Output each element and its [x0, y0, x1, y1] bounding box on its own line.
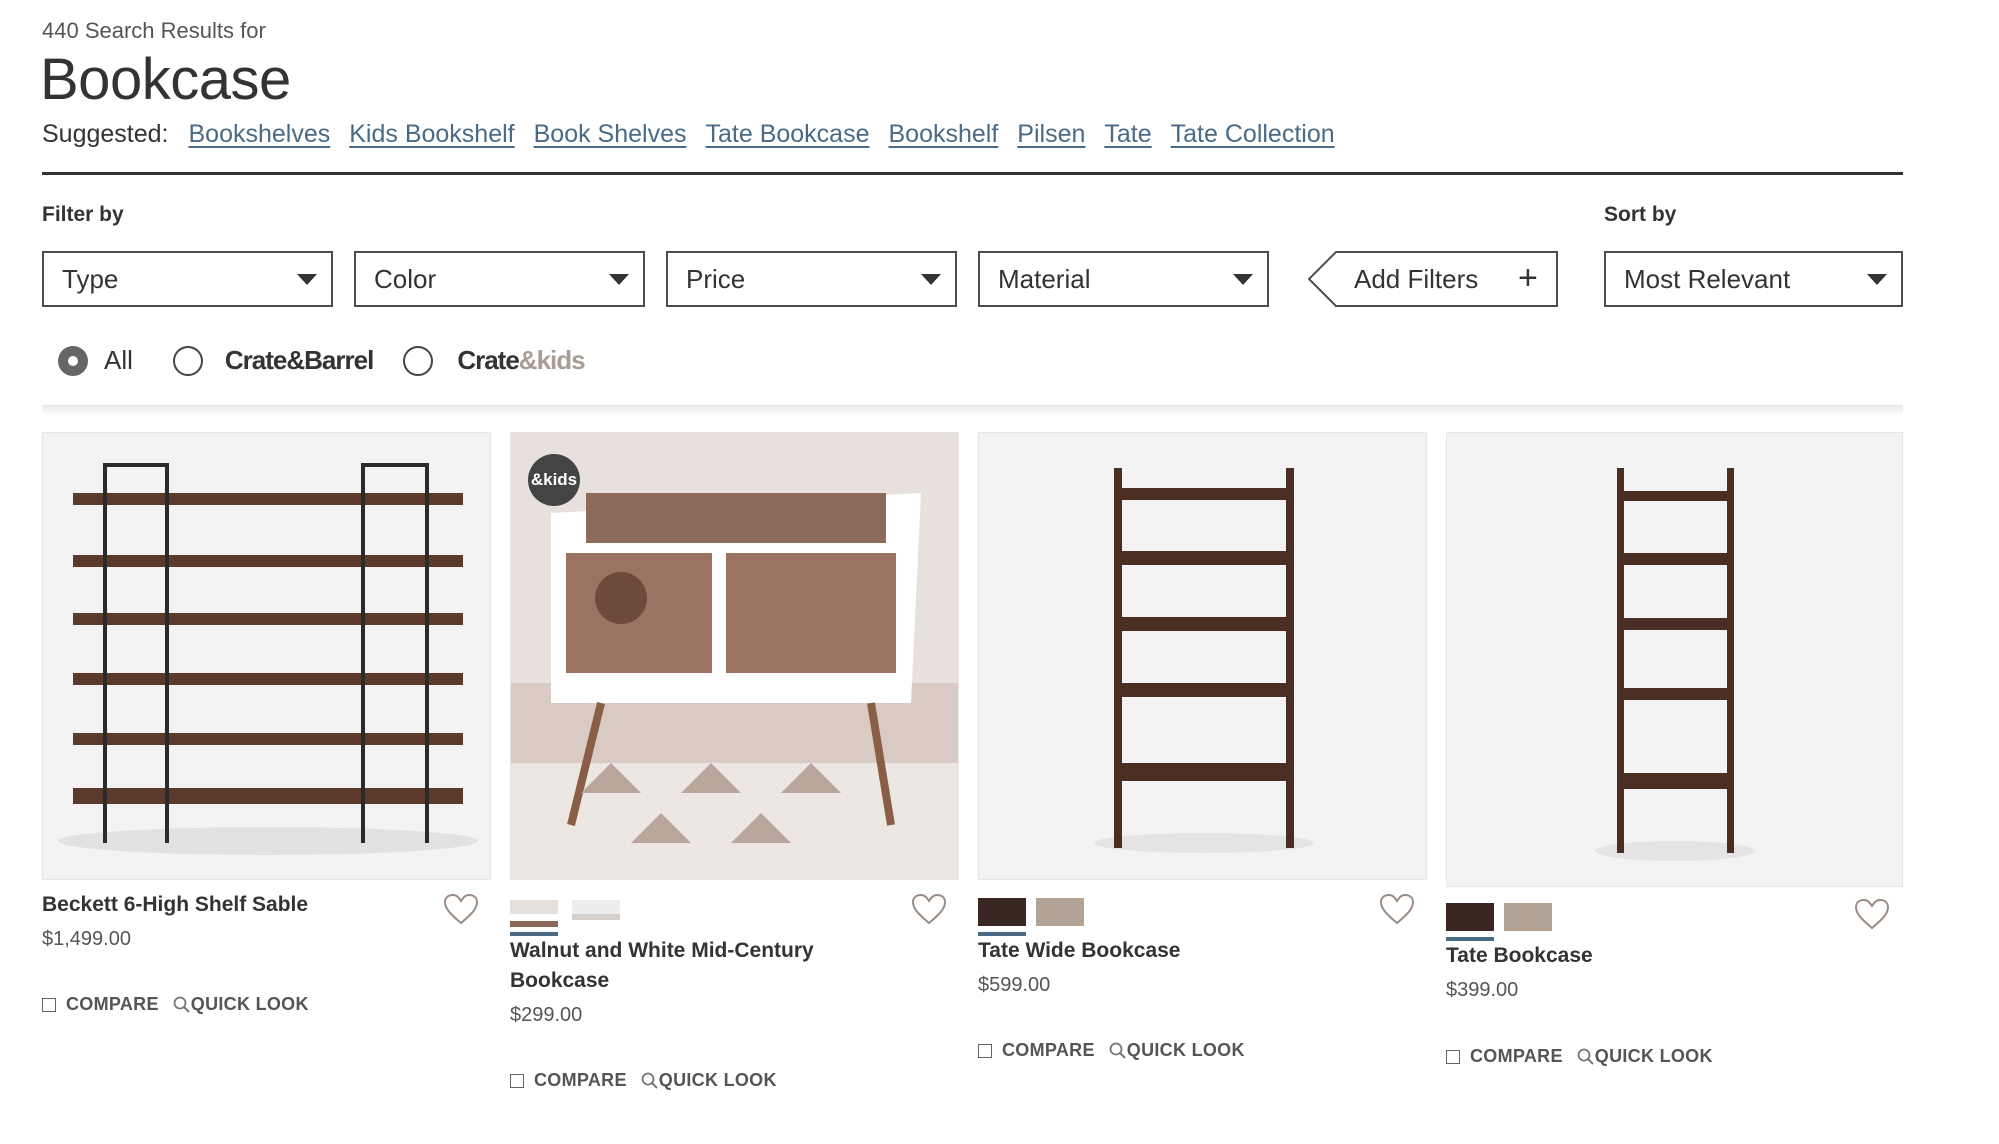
radio-all[interactable] [58, 345, 88, 376]
chevron-down-icon [609, 273, 629, 285]
compare-label[interactable]: COMPARE [1470, 1046, 1563, 1067]
product-actions: COMPARE QUICK LOOK [42, 994, 309, 1015]
sort-value: Most Relevant [1624, 263, 1791, 294]
search-icon [1109, 1042, 1126, 1059]
product-actions: COMPARE QUICK LOOK [1446, 1046, 1713, 1067]
radio-all-label: All [104, 345, 133, 375]
material-filter-dropdown[interactable]: Material [978, 251, 1269, 307]
suggestion-link-tate[interactable]: Tate [1104, 120, 1151, 149]
brand-filter: All Crate&Barrel Crate&kids [58, 345, 586, 376]
add-filters-button[interactable]: Add Filters + [1308, 251, 1558, 307]
search-icon [1577, 1048, 1594, 1065]
sort-dropdown[interactable]: Most Relevant [1604, 251, 1903, 307]
chevron-down-icon [1867, 273, 1887, 285]
suggested-label: Suggested: [42, 120, 169, 148]
radio-crate-barrel[interactable] [172, 345, 203, 376]
quick-look-label: QUICK LOOK [1126, 1040, 1245, 1060]
quick-look-button[interactable]: QUICK LOOK [1109, 1040, 1245, 1061]
suggested-searches: Suggested: Bookshelves Kids Bookshelf Bo… [42, 120, 1354, 149]
quick-look-label: QUICK LOOK [1594, 1046, 1713, 1066]
product-price: $599.00 [978, 974, 1051, 996]
compare-label[interactable]: COMPARE [1002, 1040, 1095, 1061]
crate-kids-logo-kids: &kids [518, 345, 586, 375]
product-title[interactable]: Tate Bookcase [1446, 941, 1593, 971]
results-count: 440 Search Results for [42, 18, 266, 43]
add-filters-label: Add Filters [1354, 264, 1479, 294]
quick-look-button[interactable]: QUICK LOOK [1577, 1046, 1713, 1067]
compare-checkbox[interactable] [510, 1073, 524, 1088]
crate-kids-logo-crate: Crate [457, 345, 519, 375]
product-price: $299.00 [510, 1004, 583, 1026]
suggestion-link-bookshelf[interactable]: Bookshelf [889, 120, 999, 149]
product-actions: COMPARE QUICK LOOK [510, 1070, 777, 1091]
search-icon [641, 1072, 658, 1089]
compare-label[interactable]: COMPARE [66, 994, 159, 1015]
sort-by-label: Sort by [1604, 203, 1677, 226]
compare-checkbox[interactable] [42, 997, 56, 1012]
tate-bookcase-illustration [1447, 433, 1902, 886]
product-actions: COMPARE QUICK LOOK [978, 1040, 1245, 1061]
suggestion-link-book-shelves[interactable]: Book Shelves [534, 120, 687, 149]
product-image-beckett[interactable] [42, 432, 491, 880]
filter-by-label: Filter by [42, 203, 124, 226]
swatch-walnut[interactable] [510, 900, 564, 936]
crate-kids-logo: Crate&kids [457, 345, 586, 376]
bookshelf-illustration [43, 433, 490, 879]
kids-bookcase-illustration [511, 433, 958, 879]
compare-label[interactable]: COMPARE [534, 1070, 627, 1091]
suggestion-link-tate-collection[interactable]: Tate Collection [1171, 120, 1335, 149]
chevron-down-icon [297, 273, 317, 285]
compare-checkbox[interactable] [978, 1043, 992, 1058]
swatch-light[interactable] [1036, 898, 1084, 936]
suggestion-link-kids-bookshelf[interactable]: Kids Bookshelf [349, 120, 514, 149]
product-title[interactable]: Beckett 6-High Shelf Sable [42, 890, 308, 920]
swatch-dark[interactable] [978, 898, 1026, 936]
suggestion-link-pilsen[interactable]: Pilsen [1017, 120, 1085, 149]
swatch-color [510, 921, 558, 927]
compare-checkbox[interactable] [1446, 1049, 1460, 1064]
suggestion-link-tate-bookcase[interactable]: Tate Bookcase [706, 120, 870, 149]
color-swatches [1446, 903, 1552, 941]
product-image-walnut-white[interactable] [510, 432, 959, 880]
swatch-dark[interactable] [1446, 903, 1494, 941]
product-title-line2[interactable]: Bookcase [510, 966, 609, 996]
tate-wide-bookcase-illustration [979, 433, 1426, 879]
crate-barrel-logo: Crate&Barrel [224, 345, 374, 375]
product-image-tate-wide[interactable] [978, 432, 1427, 880]
radio-crate-kids[interactable] [403, 345, 434, 376]
page-title: Bookcase [40, 47, 291, 112]
heart-icon[interactable] [911, 893, 947, 925]
product-title[interactable]: Tate Wide Bookcase [978, 936, 1180, 966]
search-icon [173, 996, 190, 1013]
material-filter-label: Material [998, 263, 1091, 294]
suggestion-link-bookshelves[interactable]: Bookshelves [189, 120, 331, 149]
product-price: $1,499.00 [42, 928, 131, 950]
product-image-tate[interactable] [1446, 432, 1903, 887]
quick-look-button[interactable]: QUICK LOOK [173, 994, 309, 1015]
quick-look-label: QUICK LOOK [658, 1070, 777, 1090]
color-filter-dropdown[interactable]: Color [354, 251, 645, 307]
filter-divider [42, 405, 1903, 416]
plus-icon: + [1518, 259, 1538, 297]
product-price: $399.00 [1446, 979, 1519, 1001]
price-filter-dropdown[interactable]: Price [666, 251, 957, 307]
quick-look-button[interactable]: QUICK LOOK [641, 1070, 777, 1091]
product-title-line1[interactable]: Walnut and White Mid-Century [510, 936, 814, 966]
color-swatches [510, 900, 620, 936]
color-swatches [978, 898, 1084, 936]
swatch-light[interactable] [1504, 903, 1552, 941]
chevron-down-icon [921, 273, 941, 285]
type-filter-label: Type [62, 263, 119, 294]
kids-badge: &kids [528, 454, 580, 506]
color-filter-label: Color [374, 263, 437, 294]
quick-look-label: QUICK LOOK [190, 994, 309, 1014]
chevron-down-icon [1233, 273, 1253, 285]
header-divider [42, 172, 1903, 175]
heart-icon[interactable] [1379, 893, 1415, 925]
swatch-white[interactable] [572, 900, 620, 936]
heart-icon[interactable] [1854, 898, 1890, 930]
price-filter-label: Price [686, 263, 746, 294]
type-filter-dropdown[interactable]: Type [42, 251, 333, 307]
heart-icon[interactable] [443, 893, 479, 925]
